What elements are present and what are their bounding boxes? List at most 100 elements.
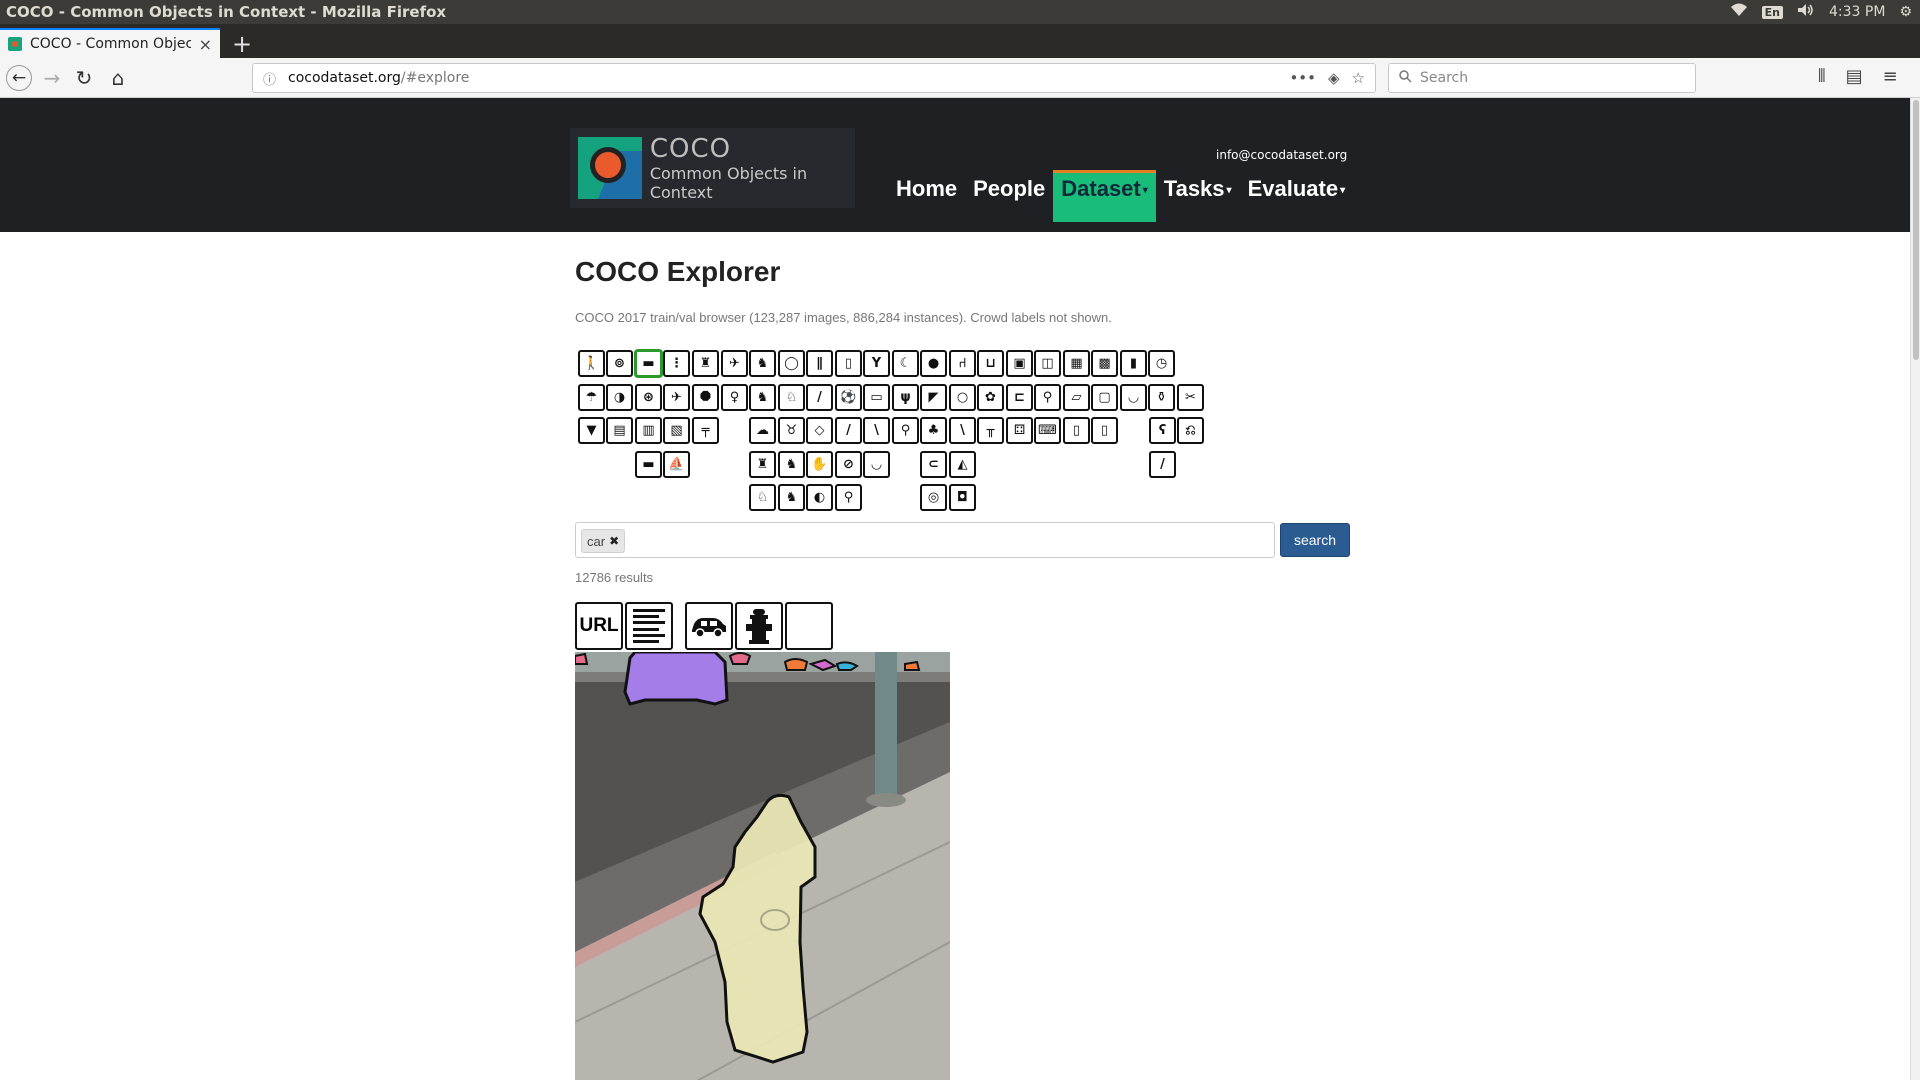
nav-dataset[interactable]: Dataset ▾ [1053,170,1156,222]
toggle-car-segmentation-button[interactable] [685,602,733,650]
wifi-icon[interactable] [1730,3,1748,21]
settings-gear-icon[interactable]: ⚙ [1899,4,1912,20]
category-cat-icon[interactable]: ♞ [749,350,776,377]
category-potted-plant-icon[interactable]: ✿ [977,383,1004,411]
category-knife-icon[interactable]: \ [863,417,890,444]
category-couch-icon[interactable]: ⊔ [977,350,1004,377]
category-person-icon[interactable]: 🚶 [578,350,605,377]
category-cake-icon[interactable]: ◘ [949,484,976,511]
category-airplane-icon[interactable]: ✈ [663,383,690,411]
category-tag-input[interactable]: car ✖ [575,522,1275,558]
category-toothbrush-icon[interactable]: / [1149,450,1176,478]
scrollbar-thumb[interactable] [1913,100,1919,360]
category-traffic-light-icon[interactable]: ⋮ [663,350,690,377]
coco-logo[interactable]: COCO Common Objects in Context [570,128,855,208]
back-arrow-icon[interactable]: ← [6,65,32,91]
sidebar-icon[interactable]: ▤ [1846,66,1863,87]
category-handbag-icon[interactable]: ◑ [606,383,633,411]
category-bowl-icon[interactable]: ◡ [863,450,890,478]
category-toilet-icon[interactable]: ⚃ [1006,417,1033,444]
category-bear-icon[interactable]: ♞ [778,450,805,478]
category-truck-icon[interactable]: ▬ [635,450,662,478]
volume-icon[interactable] [1797,3,1815,21]
pocket-icon[interactable]: ◈ [1328,69,1340,87]
category-refrigerator-icon[interactable]: ▯ [1091,417,1118,444]
category-orange-icon[interactable]: ○ [949,383,976,411]
category-cell-phone-icon[interactable]: ▯ [1063,417,1090,444]
blank-toggle-button[interactable] [785,602,833,650]
category-surfboard-icon[interactable]: ◐ [806,484,833,511]
category-carrot-icon[interactable]: \ [949,417,976,444]
nav-tasks[interactable]: Tasks ▾ [1156,170,1240,222]
category-cow-icon[interactable]: ♉ [778,417,805,444]
category-broccoli-icon[interactable]: ♣ [920,417,947,444]
tab-coco[interactable]: COCO - Common Object × [0,28,220,58]
page-scrollbar[interactable] [1910,98,1920,1080]
category-sink-icon[interactable]: ◡ [1120,383,1147,411]
category-spoon-icon[interactable]: ⚲ [892,417,919,444]
category-baseball-bat-icon[interactable]: / [835,417,862,444]
category-clock-icon[interactable]: ◷ [1148,350,1175,377]
category-train-icon[interactable]: ▧ [663,417,690,444]
category-scissors-icon[interactable]: ✂ [1177,383,1204,411]
category-fire-hydrant-icon[interactable]: ♜ [692,350,719,377]
category-hair-drier-icon[interactable]: ⎌ [1177,417,1204,444]
page-actions-icon[interactable]: ••• [1289,69,1316,87]
category-microwave-icon[interactable]: ▦ [1063,350,1090,377]
category-teddy-bear-icon[interactable]: ʕ [1149,417,1176,444]
category-banana-icon[interactable]: ☾ [892,350,919,377]
category-apple-icon[interactable]: ● [920,350,947,377]
category-motorcycle-icon[interactable]: ⊛ [635,383,662,411]
category-dog-icon[interactable]: ♞ [749,383,776,411]
nav-people[interactable]: People [965,170,1053,222]
category-kite-icon[interactable]: ◇ [806,417,833,444]
new-tab-icon[interactable]: + [232,30,252,58]
category-oven-icon[interactable]: ▩ [1091,350,1118,377]
show-url-button[interactable]: URL [575,602,623,650]
category-wine-glass-icon[interactable]: Y [863,350,890,377]
site-info-icon[interactable]: ⓘ [263,69,276,88]
category-tennis-racket-icon[interactable]: ⚲ [835,484,862,511]
category-bench-icon[interactable]: ╤ [692,417,719,444]
bookmark-star-icon[interactable]: ☆ [1352,69,1365,87]
toggle-fire-hydrant-segmentation-button[interactable] [735,602,783,650]
category-bottle-icon[interactable]: ▯ [835,350,862,377]
browser-search-bar[interactable]: Search [1388,63,1696,93]
keyboard-layout-indicator[interactable]: En [1761,5,1784,19]
category-fork-icon[interactable]: ψ [892,383,919,411]
search-button[interactable]: search [1280,523,1350,557]
close-tab-icon[interactable]: × [199,35,212,54]
category-giraffe-icon[interactable]: ♞ [778,484,805,511]
category-skis-icon[interactable]: ∥ [806,350,833,377]
category-hot-dog-icon[interactable]: ⊂ [920,450,947,478]
category-umbrella-icon[interactable]: ☂ [578,383,605,411]
category-tv-icon[interactable]: ▣ [1006,350,1033,377]
nav-evaluate[interactable]: Evaluate ▾ [1240,170,1354,222]
category-tie-icon[interactable]: ▼ [578,417,605,444]
category-dining-table-icon[interactable]: ╥ [977,417,1004,444]
category-stop-sign-icon[interactable]: ⯃ [692,383,719,411]
category-zebra-icon[interactable]: ♘ [749,484,776,511]
category-mouse-icon[interactable]: ⚲ [1034,383,1061,411]
category-donut-icon[interactable]: ◎ [920,484,947,511]
category-boat-icon[interactable]: ⛵ [663,450,690,478]
category-pizza-icon[interactable]: ◭ [949,450,976,478]
category-bicycle-icon[interactable]: ⊚ [606,350,633,377]
category-parking-meter-icon[interactable]: ♀ [721,383,748,411]
category-elephant-icon[interactable]: ♜ [749,450,776,478]
forward-arrow-icon[interactable]: → [40,66,64,90]
category-horse-icon[interactable]: ♘ [778,383,805,411]
category-bus-icon[interactable]: ▥ [635,417,662,444]
home-icon[interactable]: ⌂ [106,66,130,90]
category-vase-icon[interactable]: ⚱ [1148,383,1175,411]
category-remote-icon[interactable]: ▱ [1063,383,1090,411]
reload-icon[interactable]: ↻ [72,66,96,90]
category-frisbee-icon[interactable]: ◯ [778,350,805,377]
category-suitcase-icon[interactable]: ▤ [606,417,633,444]
show-captions-button[interactable] [625,602,673,650]
category-keyboard-icon[interactable]: ⌨ [1034,417,1061,444]
hamburger-menu-icon[interactable]: ≡ [1883,66,1898,87]
category-sports-ball-icon[interactable]: ⚽ [835,383,862,411]
category-skateboard-icon[interactable]: ⊘ [835,450,862,478]
result-image[interactable] [575,652,950,1080]
